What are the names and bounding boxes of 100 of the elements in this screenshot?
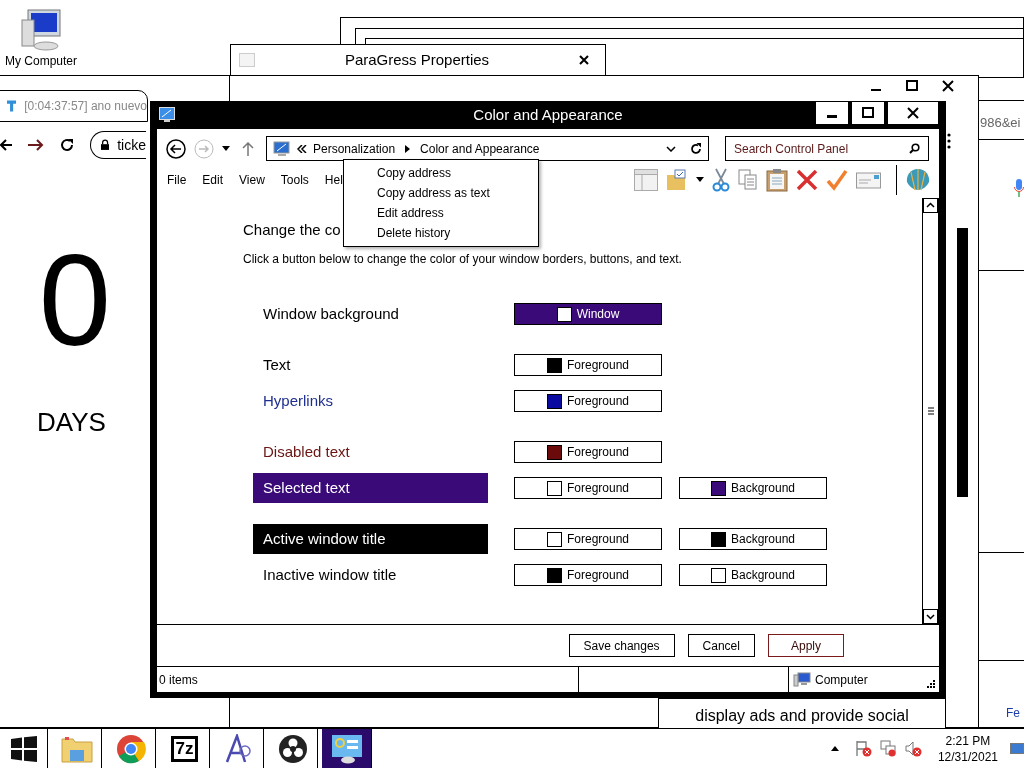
resize-grip-icon[interactable] bbox=[927, 680, 935, 688]
color-button[interactable]: Background bbox=[679, 477, 827, 499]
desktop-icon[interactable] bbox=[1010, 742, 1024, 755]
color-button[interactable]: Background bbox=[679, 528, 827, 550]
close-icon[interactable] bbox=[579, 55, 589, 65]
refresh-icon[interactable] bbox=[690, 142, 702, 155]
window-title: ParaGress Properties bbox=[343, 49, 491, 70]
control-panel-icon bbox=[273, 140, 291, 157]
scroll-down-icon[interactable] bbox=[923, 609, 938, 624]
windows-logo-icon[interactable] bbox=[10, 735, 37, 762]
search-icon[interactable] bbox=[909, 143, 920, 154]
dialog-button[interactable]: Save changes bbox=[568, 634, 675, 657]
status-text: Computer bbox=[815, 671, 868, 689]
folder-check-icon[interactable] bbox=[666, 168, 688, 191]
chevrons-icon bbox=[297, 144, 307, 153]
dropdown-caret-icon[interactable] bbox=[696, 176, 704, 183]
reload-icon[interactable] bbox=[60, 138, 74, 152]
font-icon[interactable] bbox=[224, 733, 253, 764]
search-field[interactable]: Search Control Panel bbox=[725, 136, 929, 161]
taskbar-button[interactable] bbox=[322, 729, 372, 768]
dialog-button[interactable]: Apply bbox=[767, 634, 844, 657]
browser-icon[interactable] bbox=[115, 733, 146, 764]
tray-expand-icon[interactable] bbox=[830, 746, 839, 751]
color-button[interactable]: Background bbox=[679, 564, 827, 586]
color-item-label: Disabled text bbox=[262, 441, 351, 462]
color-button[interactable]: Foreground bbox=[514, 354, 662, 376]
chevron-down-icon[interactable] bbox=[666, 145, 676, 152]
countdown-unit: DAYS bbox=[37, 406, 106, 439]
cookie-notice-text: display ads and provide social bbox=[694, 706, 910, 726]
countdown-number: 0 bbox=[37, 235, 113, 365]
dropdown-caret-icon[interactable] bbox=[222, 145, 230, 152]
menu-item[interactable]: Edit address bbox=[344, 203, 538, 223]
menu-item[interactable]: Delete history bbox=[344, 223, 538, 243]
color-button[interactable]: Foreground bbox=[514, 528, 662, 550]
microphone-icon[interactable] bbox=[1014, 179, 1024, 197]
dialog-button[interactable]: Cancel bbox=[687, 634, 755, 657]
maximize-button[interactable] bbox=[852, 102, 884, 124]
desktop-icon-label[interactable]: My Computer bbox=[5, 52, 77, 70]
folder-icon[interactable] bbox=[60, 734, 93, 763]
color-button[interactable]: Foreground bbox=[514, 390, 662, 412]
menu-item[interactable]: Tools bbox=[280, 170, 309, 189]
scissors-icon[interactable] bbox=[712, 167, 730, 192]
close-icon[interactable] bbox=[907, 107, 919, 119]
heading: Change the co bbox=[243, 220, 341, 240]
status-text: 0 items bbox=[159, 671, 198, 689]
color-button[interactable]: Foreground bbox=[514, 564, 662, 586]
color-item-label: Text bbox=[262, 354, 292, 375]
record-icon[interactable] bbox=[277, 733, 308, 764]
address-field[interactable]: 986&ei bbox=[980, 113, 1024, 133]
color-button[interactable]: Window bbox=[514, 303, 662, 325]
description: Click a button below to change the color of your window borders, buttons, and text. bbox=[243, 251, 683, 268]
color-button[interactable]: Foreground bbox=[514, 477, 662, 499]
network-icon[interactable] bbox=[879, 740, 897, 757]
app-icon bbox=[239, 53, 255, 67]
scrollbar[interactable] bbox=[922, 198, 939, 624]
scroll-up-icon[interactable] bbox=[923, 198, 938, 213]
close-button[interactable] bbox=[888, 102, 938, 124]
maximize-icon[interactable] bbox=[862, 107, 874, 119]
card-icon[interactable] bbox=[856, 169, 882, 190]
color-item-label: Window background bbox=[262, 303, 400, 324]
flag-icon[interactable] bbox=[854, 740, 872, 757]
more-icon[interactable] bbox=[947, 133, 951, 149]
clock[interactable]: 2:21 PM 12/31/2021 bbox=[937, 729, 998, 768]
color-item-label: Hyperlinks bbox=[262, 390, 335, 411]
tab-favicon-icon bbox=[7, 99, 17, 113]
window-title: Color and Appearance bbox=[473, 104, 623, 125]
lock-icon bbox=[101, 139, 110, 151]
color-item-label: Selected text bbox=[253, 473, 488, 503]
computer-icon bbox=[793, 672, 811, 687]
color-item-label: Active window title bbox=[253, 524, 488, 554]
menu-item[interactable]: Copy address bbox=[344, 163, 538, 183]
clipboard-icon[interactable] bbox=[766, 167, 788, 192]
menu-item[interactable]: Hel bbox=[324, 170, 343, 189]
back-arrow-icon[interactable] bbox=[0, 138, 12, 152]
color-button[interactable]: Foreground bbox=[514, 441, 662, 463]
menu-item[interactable]: View bbox=[239, 170, 265, 189]
browser-tab[interactable]: [0:04:37:57] ano nuevo bbox=[0, 90, 148, 122]
control-panel-icon[interactable] bbox=[330, 733, 363, 764]
close-icon[interactable] bbox=[942, 80, 954, 92]
speaker-icon[interactable] bbox=[904, 740, 922, 757]
breadcrumb-item[interactable]: Personalization bbox=[313, 139, 396, 158]
back-icon[interactable] bbox=[166, 138, 186, 159]
control-panel-icon bbox=[159, 107, 175, 123]
menu-item[interactable]: Copy address as text bbox=[344, 183, 538, 203]
delete-icon[interactable] bbox=[796, 168, 818, 191]
minimize-button[interactable] bbox=[816, 102, 848, 124]
computer-icon[interactable] bbox=[20, 8, 62, 52]
link-text[interactable]: Fe bbox=[1006, 704, 1020, 722]
checkmark-icon[interactable] bbox=[826, 168, 848, 191]
scroll-grip-icon[interactable] bbox=[926, 407, 935, 415]
breadcrumb-separator-icon bbox=[405, 144, 411, 153]
up-arrow-icon[interactable] bbox=[242, 141, 254, 156]
menu-item[interactable]: File bbox=[167, 170, 187, 189]
maximize-icon[interactable] bbox=[906, 80, 918, 92]
shell-icon[interactable] bbox=[905, 167, 931, 192]
forward-arrow-icon[interactable] bbox=[28, 138, 44, 152]
breadcrumb-item[interactable]: Color and Appearance bbox=[420, 139, 540, 158]
color-item-label: Inactive window title bbox=[262, 564, 398, 585]
menu-item[interactable]: Edit bbox=[202, 170, 224, 189]
scrollbar-thumb[interactable] bbox=[957, 228, 968, 497]
